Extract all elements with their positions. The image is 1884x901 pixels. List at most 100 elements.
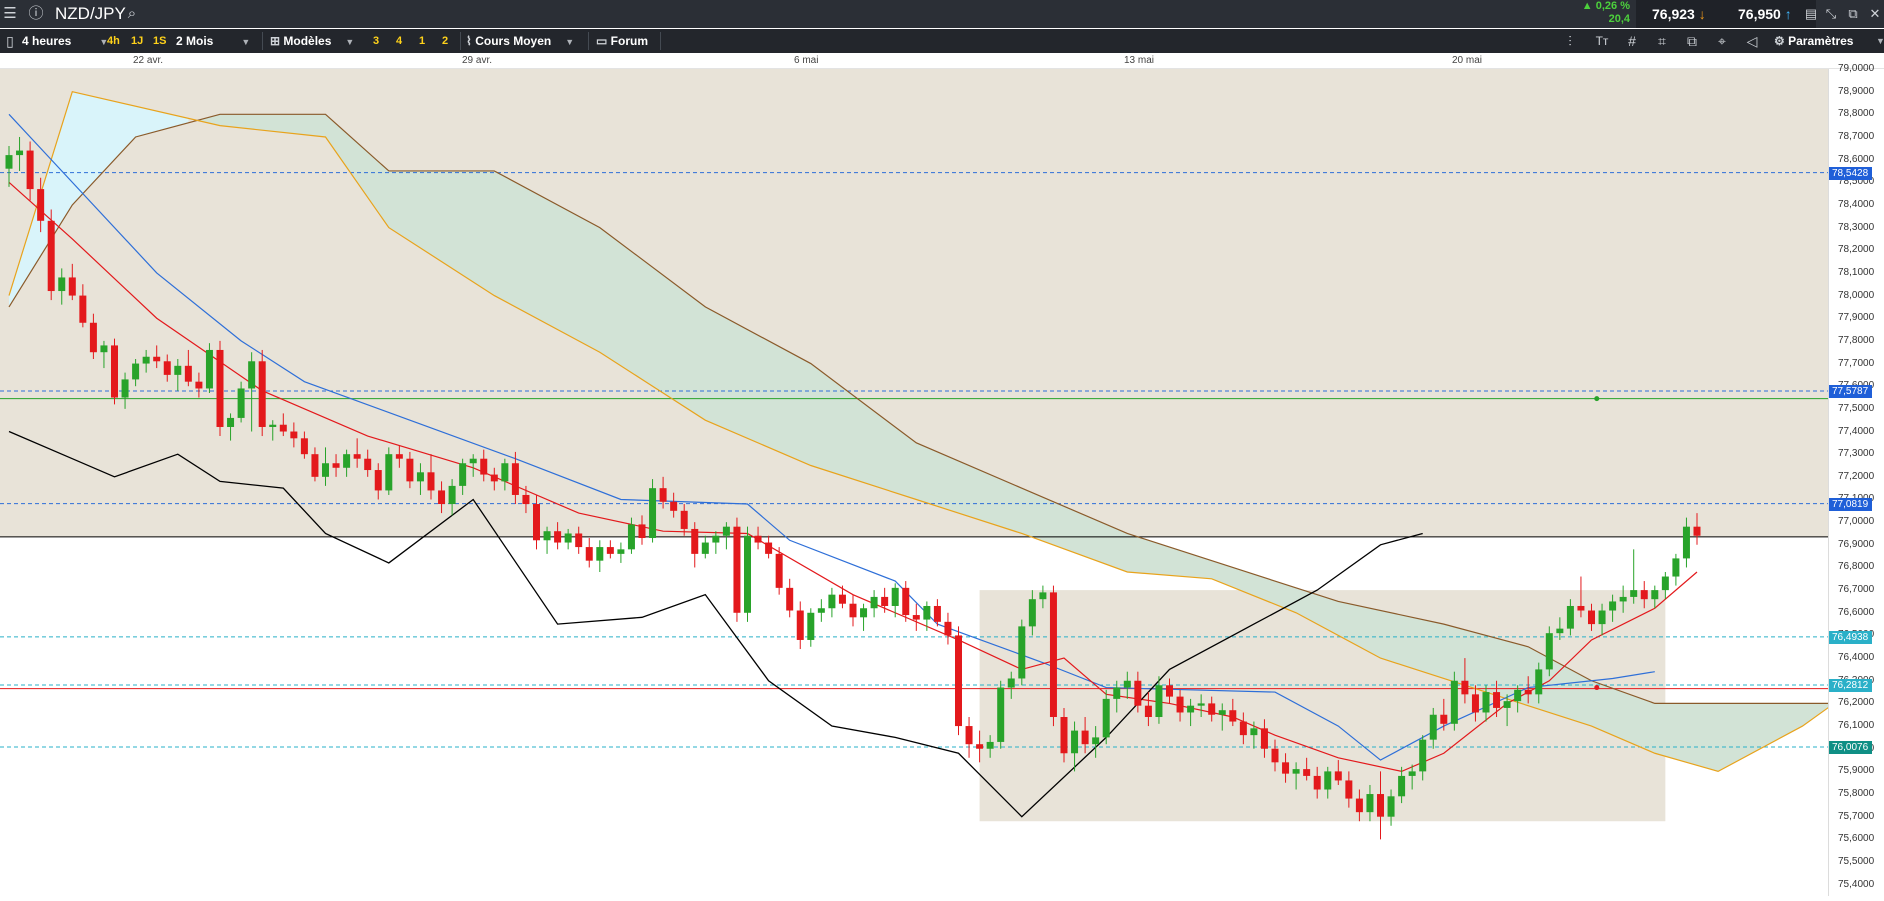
price-tick-label: 77,5000 — [1838, 402, 1875, 414]
crosshair-icon[interactable]: ⌖ — [1712, 31, 1732, 51]
level-price-badge: 77,0819 — [1829, 497, 1872, 511]
candle-body — [385, 454, 393, 491]
popout-icon[interactable]: ⧉ — [1844, 4, 1862, 24]
price-tick-label: 78,7000 — [1838, 130, 1875, 142]
candle-body — [5, 155, 13, 169]
candle-body — [332, 463, 340, 468]
candle-body — [1419, 739, 1427, 772]
indicators-icon[interactable]: ⫶ — [1560, 31, 1580, 51]
candle-body — [1197, 703, 1205, 706]
price-tick-label: 77,9000 — [1838, 312, 1875, 324]
candle-body — [691, 528, 699, 554]
candle-body — [153, 356, 161, 362]
candle-body — [807, 612, 815, 640]
candle-body — [58, 277, 66, 292]
candle-body — [16, 150, 24, 156]
candle-body — [1535, 669, 1543, 695]
period-select[interactable]: 2 Mois ▼ — [176, 31, 256, 51]
candle-body — [1429, 714, 1437, 740]
price-tick-label: 78,6000 — [1838, 153, 1875, 165]
candle-body — [1672, 558, 1680, 577]
candle-body — [1313, 775, 1321, 790]
candle-body — [1482, 692, 1490, 713]
layout-2[interactable]: 2 — [442, 31, 448, 51]
candle-body — [1271, 748, 1279, 763]
search-icon[interactable]: ⌕ — [122, 4, 142, 24]
shrink-icon[interactable]: ⤡ — [1822, 4, 1840, 24]
close-icon[interactable]: ✕ — [1866, 4, 1884, 24]
price-tick-label: 77,0000 — [1838, 516, 1875, 528]
candle-body — [1450, 680, 1458, 724]
candle-body — [1187, 705, 1195, 713]
divider — [262, 32, 263, 50]
models-menu[interactable]: ⊞ Modèles ▼ — [270, 31, 354, 51]
price-tick-label: 78,3000 — [1838, 221, 1875, 233]
candle-body — [37, 189, 45, 221]
candle-body — [490, 474, 498, 482]
eraser-icon[interactable]: ◁ — [1742, 31, 1762, 51]
candle-body — [575, 533, 583, 548]
candle-body — [205, 349, 213, 389]
candle-body — [258, 361, 266, 427]
layout-1[interactable]: 1 — [419, 31, 425, 51]
candle-body — [1355, 798, 1363, 813]
price-tick-label: 75,4000 — [1838, 878, 1875, 890]
menu-icon[interactable]: ☰ — [0, 4, 20, 24]
bid-price: 76,923 — [1652, 6, 1695, 22]
candle-body — [374, 470, 382, 491]
info-icon[interactable]: ⓘ — [26, 4, 46, 24]
price-tick-label: 75,8000 — [1838, 788, 1875, 800]
candle-body — [902, 587, 910, 616]
period-label: 2 Mois — [176, 34, 214, 48]
candle-body — [47, 220, 55, 292]
candle-body — [965, 726, 973, 745]
grid-icon[interactable]: # — [1622, 31, 1642, 51]
quick-timeframe-1s[interactable]: 1S — [153, 31, 166, 51]
price-tick-label: 78,1000 — [1838, 266, 1875, 278]
candle-body — [585, 547, 593, 561]
candle-body — [554, 531, 562, 543]
price-tick-label: 77,3000 — [1838, 448, 1875, 460]
candle-body — [564, 533, 572, 543]
price-tick-label: 78,9000 — [1838, 85, 1875, 97]
price-tick-label: 75,5000 — [1838, 856, 1875, 867]
candle-body — [216, 349, 224, 427]
ask-price: 76,950 — [1738, 6, 1781, 22]
layout-4[interactable]: 4 — [396, 31, 402, 51]
candle-body — [1229, 710, 1237, 722]
candle-body — [1630, 590, 1638, 597]
candle-body — [891, 587, 899, 606]
chevron-down-icon[interactable]: ▼ — [1876, 36, 1884, 46]
candle-body — [1166, 685, 1173, 697]
candle-body — [997, 687, 1005, 742]
candle-body — [712, 535, 720, 543]
forum-button[interactable]: ▭ Forum — [596, 31, 648, 51]
layout-3[interactable]: 3 — [373, 31, 379, 51]
panel-icon[interactable]: ▯ — [0, 31, 20, 51]
text-size-icon[interactable]: Tт — [1592, 31, 1612, 51]
candle-body — [1440, 714, 1448, 724]
chart-plot[interactable] — [0, 69, 1884, 896]
candle-body — [1282, 762, 1290, 774]
candle-body — [111, 345, 118, 398]
candle-body — [1060, 717, 1068, 754]
arrow-up-icon: ↑ — [1780, 6, 1792, 22]
candle-body — [627, 524, 635, 550]
chevron-down-icon: ▼ — [345, 37, 355, 47]
bid-price-button[interactable]: 76,923 ↓ — [1636, 0, 1730, 28]
price-tick-label: 75,7000 — [1838, 810, 1875, 822]
candle-body — [649, 488, 657, 539]
candlestick-chart[interactable] — [0, 69, 1884, 896]
quick-timeframe-1j[interactable]: 1J — [131, 31, 143, 51]
settings-button[interactable]: ⚙ Paramètres — [1774, 31, 1853, 51]
price-tick-label: 76,9000 — [1838, 538, 1875, 550]
candle-body — [828, 594, 836, 609]
candle-body — [1461, 680, 1469, 695]
drawing-icon[interactable]: ⌗ — [1652, 31, 1672, 51]
gear-icon: ⚙ — [1774, 34, 1789, 48]
windows-icon[interactable]: ⧉ — [1682, 31, 1702, 51]
price-type-select[interactable]: ⌇ Cours Moyen ▼ — [466, 31, 574, 51]
quick-timeframe-4h[interactable]: 4h — [107, 31, 120, 51]
candle-body — [786, 587, 794, 611]
scroll-icon[interactable]: ▤ — [1802, 4, 1820, 24]
